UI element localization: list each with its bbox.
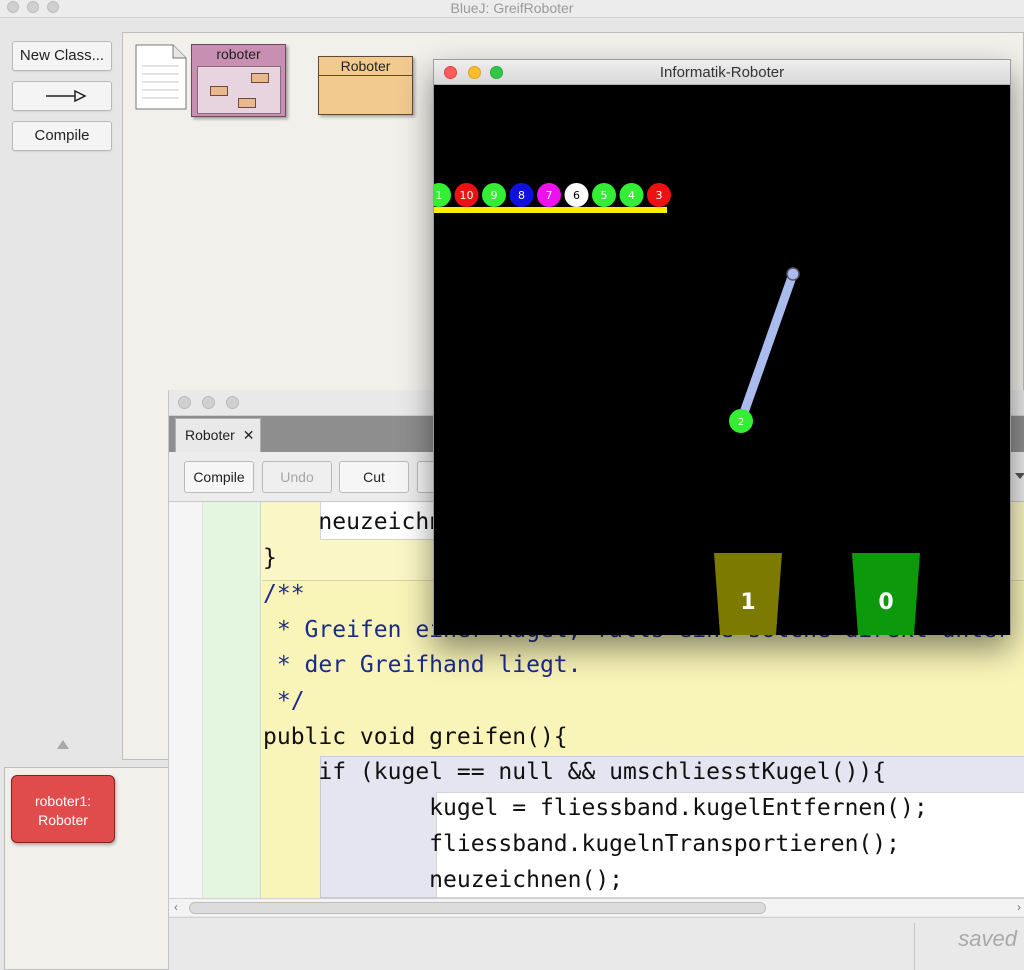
package-contents bbox=[197, 66, 281, 114]
tab-roboter[interactable]: Roboter ✕ bbox=[175, 418, 261, 452]
editor-statusbar bbox=[169, 917, 1024, 970]
arm-pivot bbox=[786, 267, 800, 281]
editor-zoom-button[interactable] bbox=[226, 396, 239, 409]
undo-button[interactable]: Undo bbox=[262, 461, 332, 493]
expand-arrow-icon[interactable] bbox=[57, 740, 69, 749]
bin-0: 1 bbox=[714, 553, 782, 635]
svg-text:4: 4 bbox=[628, 189, 635, 202]
toolbar-dropdown-icon[interactable] bbox=[1015, 473, 1024, 479]
mini-class-icon bbox=[251, 73, 269, 83]
line-gutter[interactable] bbox=[169, 502, 203, 898]
package-roboter[interactable]: roboter bbox=[191, 44, 286, 117]
breakpoint-gutter[interactable] bbox=[203, 502, 261, 898]
mini-class-icon bbox=[238, 98, 256, 108]
class-label: Roboter bbox=[319, 57, 412, 76]
svg-text:2: 2 bbox=[738, 417, 744, 428]
object-name: roboter1: bbox=[34, 793, 92, 809]
ball-9: 9 bbox=[482, 183, 506, 207]
scroll-right-icon[interactable]: › bbox=[1017, 900, 1021, 914]
robot-window: Informatik-Roboter 1 10 9 8 7 6 5 4 3 2 10 bbox=[433, 59, 1011, 635]
svg-text:10: 10 bbox=[460, 189, 474, 202]
ball-6: 6 bbox=[564, 183, 589, 207]
status-divider bbox=[914, 923, 915, 970]
object-type: Roboter bbox=[38, 812, 88, 828]
status-saved: saved bbox=[958, 926, 1017, 951]
window-title: BlueJ: GreifRoboter bbox=[450, 0, 574, 16]
tab-close-icon[interactable]: ✕ bbox=[243, 427, 255, 443]
ball-2: 2 bbox=[729, 409, 753, 433]
ball-4: 4 bbox=[619, 183, 644, 207]
svg-text:1: 1 bbox=[740, 590, 755, 615]
editor-compile-button[interactable]: Compile bbox=[184, 461, 254, 493]
code-line: public void greifen(){ bbox=[263, 724, 568, 750]
robot-canvas[interactable]: 1 10 9 8 7 6 5 4 3 2 10 bbox=[434, 85, 1010, 635]
svg-text:3: 3 bbox=[656, 189, 663, 202]
new-arrow-button[interactable] bbox=[12, 81, 112, 111]
ball-8: 8 bbox=[509, 183, 534, 207]
svg-text:8: 8 bbox=[518, 189, 525, 202]
new-class-button[interactable]: New Class... bbox=[12, 41, 112, 71]
compile-button[interactable]: Compile bbox=[12, 121, 112, 151]
readme-note-icon[interactable] bbox=[135, 44, 187, 110]
cut-button[interactable]: Cut bbox=[339, 461, 409, 493]
arrow-icon bbox=[46, 89, 87, 103]
bin-1: 0 bbox=[852, 553, 920, 635]
code-line: /** bbox=[263, 581, 305, 607]
ball-5: 5 bbox=[592, 183, 616, 207]
object-roboter1[interactable]: roboter1: Roboter bbox=[11, 775, 115, 843]
ball-3: 3 bbox=[647, 183, 671, 207]
code-line: neuzeichnen(); bbox=[263, 867, 624, 893]
svg-text:9: 9 bbox=[491, 189, 498, 202]
svg-text:6: 6 bbox=[573, 189, 580, 202]
package-label: roboter bbox=[216, 46, 261, 62]
class-roboter[interactable]: Roboter bbox=[318, 56, 413, 115]
ball-10: 10 bbox=[454, 183, 479, 207]
editor-minimize-button[interactable] bbox=[202, 396, 215, 409]
conveyor-belt bbox=[434, 207, 667, 213]
code-line: * der Greifhand liegt. bbox=[263, 652, 582, 678]
ball-7: 7 bbox=[537, 183, 561, 207]
code-line: } bbox=[263, 545, 277, 571]
svg-text:0: 0 bbox=[878, 590, 893, 615]
scroll-left-icon[interactable]: ‹ bbox=[174, 900, 178, 914]
code-line: if (kugel == null && umschliesstKugel())… bbox=[263, 759, 887, 785]
code-line: */ bbox=[263, 688, 305, 714]
tab-label: Roboter bbox=[185, 427, 235, 443]
editor-close-button[interactable] bbox=[178, 396, 191, 409]
mini-class-icon bbox=[210, 86, 228, 96]
svg-text:5: 5 bbox=[601, 189, 608, 202]
svg-text:7: 7 bbox=[546, 189, 553, 202]
svg-text:1: 1 bbox=[436, 189, 443, 202]
code-line: fliessband.kugelnTransportieren(); bbox=[263, 831, 900, 857]
scrollbar-thumb[interactable] bbox=[189, 902, 766, 914]
robot-background bbox=[434, 85, 1010, 635]
code-line: kugel = fliessband.kugelEntfernen(); bbox=[263, 795, 928, 821]
robot-window-title: Informatik-Roboter bbox=[659, 64, 785, 81]
